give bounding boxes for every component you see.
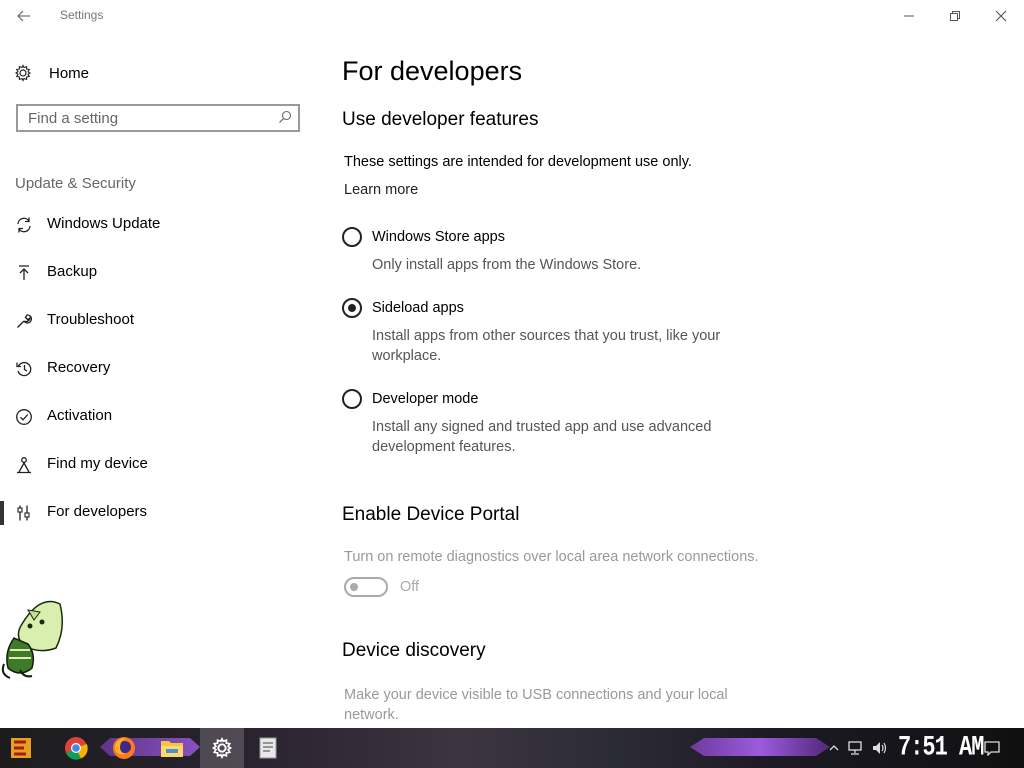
radio-button[interactable] — [342, 227, 362, 247]
network-icon[interactable] — [846, 738, 866, 758]
section-title-device-discovery: Device discovery — [342, 640, 486, 661]
sidebar-item-for-developers[interactable]: For developers — [0, 491, 320, 535]
radio-description: Install apps from other sources that you… — [372, 328, 721, 364]
taskbar-chrome[interactable] — [58, 732, 94, 764]
close-button[interactable] — [978, 0, 1024, 32]
chrome-icon — [65, 737, 88, 760]
document-icon — [259, 737, 277, 759]
developer-tools-icon — [15, 504, 33, 522]
sidebar-item-label: For developers — [47, 503, 148, 520]
search-box — [16, 104, 300, 132]
radio-label: Developer mode — [372, 391, 479, 407]
volume-icon[interactable] — [870, 738, 890, 758]
radio-sideload-apps[interactable]: Sideload apps — [342, 298, 464, 318]
sidebar-item-label: Troubleshoot — [47, 311, 134, 328]
sidebar-item-backup[interactable]: Backup — [0, 251, 320, 295]
taskbar-decoration — [690, 738, 830, 756]
taskbar-file-explorer[interactable] — [154, 732, 190, 764]
close-icon — [995, 10, 1007, 22]
settings-icon — [211, 737, 233, 759]
taskbar-clock[interactable]: 7:51 AM — [898, 732, 984, 763]
start-button[interactable] — [4, 732, 40, 764]
person-pin-icon — [15, 456, 33, 474]
back-button[interactable] — [10, 4, 38, 28]
sidebar-item-windows-update[interactable]: Windows Update — [0, 203, 320, 247]
backup-arrow-icon — [15, 264, 33, 282]
gear-icon — [14, 64, 32, 82]
sidebar-item-label: Find my device — [47, 455, 148, 472]
home-label: Home — [49, 64, 90, 82]
radio-label: Sideload apps — [372, 300, 464, 316]
radio-description: Install any signed and trusted app and u… — [372, 419, 712, 455]
start-icon — [11, 738, 31, 758]
radio-button[interactable] — [342, 389, 362, 409]
sidebar-item-troubleshoot[interactable]: Troubleshoot — [0, 299, 320, 343]
wrench-icon — [15, 312, 33, 330]
firefox-icon — [113, 737, 135, 759]
radio-windows-store-apps[interactable]: Windows Store apps — [342, 227, 505, 247]
sidebar-item-recovery[interactable]: Recovery — [0, 347, 320, 391]
radio-label: Windows Store apps — [372, 229, 505, 245]
back-arrow-icon — [17, 10, 30, 22]
window-title: Settings — [60, 8, 104, 22]
page-title: For developers — [342, 56, 523, 86]
taskbar-document[interactable] — [250, 732, 286, 764]
sidebar-item-label: Activation — [47, 407, 113, 424]
restore-icon — [950, 11, 960, 21]
radio-button-checked[interactable] — [342, 298, 362, 318]
section-title-device-portal: Enable Device Portal — [342, 504, 520, 525]
radio-developer-mode[interactable]: Developer mode — [342, 389, 478, 409]
cartoon-mascot-image — [1, 600, 63, 679]
home-nav-item[interactable]: Home — [14, 60, 89, 86]
search-input[interactable] — [18, 106, 268, 130]
radio-description: Only install apps from the Windows Store… — [372, 257, 642, 273]
minimize-button[interactable] — [886, 0, 932, 32]
check-circle-icon — [15, 408, 33, 426]
sidebar-item-label: Windows Update — [47, 215, 161, 232]
title-bar: Settings — [0, 0, 1024, 32]
taskbar: 7:51 AM — [0, 728, 1024, 768]
toggle-state-label: Off — [400, 579, 420, 595]
restore-button[interactable] — [932, 0, 978, 32]
sidebar-item-activation[interactable]: Activation — [0, 395, 320, 439]
group-title: Update & Security — [15, 175, 136, 192]
device-discovery-description: Make your device visible to USB connecti… — [344, 687, 728, 723]
section-description: These settings are intended for developm… — [344, 154, 692, 170]
device-portal-description: Turn on remote diagnostics over local ar… — [344, 549, 759, 565]
taskbar-firefox[interactable] — [106, 732, 142, 764]
notification-icon[interactable] — [982, 738, 1002, 758]
tray-chevron-up-icon[interactable] — [824, 738, 844, 758]
sidebar: Home Update & Security Windows Update Ba… — [0, 32, 320, 728]
device-portal-toggle-row: Off — [344, 577, 419, 597]
section-title-developer-features: Use developer features — [342, 109, 539, 130]
learn-more-link[interactable]: Learn more — [344, 182, 418, 198]
minimize-icon — [904, 15, 914, 17]
sync-icon — [15, 216, 33, 234]
sidebar-item-label: Recovery — [47, 359, 111, 376]
device-portal-toggle[interactable] — [344, 577, 388, 597]
taskbar-settings[interactable] — [200, 728, 244, 768]
file-explorer-icon — [161, 741, 183, 757]
toggle-knob — [350, 583, 358, 591]
search-icon[interactable] — [278, 110, 292, 129]
sidebar-item-find-my-device[interactable]: Find my device — [0, 443, 320, 487]
history-icon — [15, 360, 33, 378]
sidebar-item-label: Backup — [47, 263, 98, 280]
